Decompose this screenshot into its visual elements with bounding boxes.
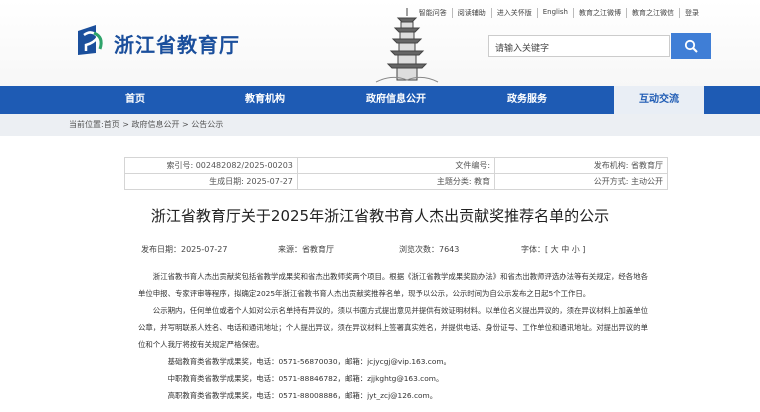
- font-size-switch[interactable]: 字体：[ 大 中 小 ]: [521, 244, 585, 255]
- top-links: 智能问答 阅读辅助 进入关怀版 English 教育之江微博 教育之江微信 登录: [414, 8, 704, 18]
- paragraph-objection: 公示期内，任何单位或者个人如对公示名单持有异议的，须以书面方式提出意见并提供有效…: [138, 306, 648, 349]
- contact-vocational-secondary: 中职教育类省教学成果奖，电话：0571-88846782，邮箱：zjjkghtg…: [167, 374, 444, 383]
- nav-gov-services[interactable]: 政务服务: [484, 86, 570, 114]
- site-header: 浙江省教育厅 智能问答 阅读辅助 进入关怀版 English 教育之江微博 教育…: [0, 0, 760, 86]
- paragraph-intro: 浙江省教书育人杰出贡献奖包括省教学成果奖和省杰出教师奖两个项目。根据《浙江省教学…: [138, 272, 648, 298]
- meta-date: 生成日期: 2025-07-27: [124, 173, 298, 190]
- nav-institutions[interactable]: 教育机构: [222, 86, 308, 114]
- top-link-wechat[interactable]: 教育之江微信: [626, 8, 679, 18]
- article-body: 浙江省教书育人杰出贡献奖包括省教学成果奖和省杰出教师奖两个项目。根据《浙江省教学…: [138, 268, 648, 404]
- search-button[interactable]: [671, 33, 711, 59]
- main-nav: 首页 教育机构 政府信息公开 政务服务 互动交流: [0, 86, 760, 114]
- breadcrumb: 当前位置:首页 > 政府信息公开 > 公告公示: [0, 114, 760, 136]
- nav-gov-info[interactable]: 政府信息公开: [350, 86, 442, 114]
- meta-doc-no: 文件编号:: [296, 157, 496, 174]
- contact-basic-education: 基础教育类省教学成果奖，电话：0571-56870030，邮箱：jcjycgj@…: [167, 357, 451, 366]
- top-link-reading-aid[interactable]: 阅读辅助: [451, 8, 491, 18]
- meta-topic: 主题分类: 教育: [296, 173, 496, 190]
- top-link-care-mode[interactable]: 进入关怀版: [490, 8, 537, 18]
- meta-index-no: 索引号: 002482082/2025-00203: [124, 157, 298, 174]
- contact-vocational-higher: 高职教育类省教学成果奖，电话：0571-88008886，邮箱：jyt_zcj@…: [167, 391, 438, 400]
- meta-publish-method: 公开方式: 主动公开: [494, 173, 668, 190]
- meta-info-table: 索引号: 002482082/2025-00203 文件编号: 发布机构: 省教…: [124, 157, 668, 190]
- logo-icon[interactable]: [76, 23, 106, 57]
- source: 来源：省教育厅: [278, 245, 334, 254]
- search-input[interactable]: 请输入关键字: [488, 35, 670, 57]
- top-link-smart-qa[interactable]: 智能问答: [414, 8, 452, 18]
- article-title: 浙江省教育厅关于2025年浙江省教书育人杰出贡献奖推荐名单的公示: [150, 207, 610, 225]
- publish-date: 发布日期：2025-07-27: [141, 245, 228, 254]
- breadcrumb-text[interactable]: 当前位置:首页 > 政府信息公开 > 公告公示: [69, 114, 223, 136]
- top-link-english[interactable]: English: [536, 8, 573, 18]
- top-link-weibo[interactable]: 教育之江微博: [573, 8, 626, 18]
- view-count: 浏览次数：7643: [399, 245, 460, 254]
- meta-publisher: 发布机构: 省教育厅: [494, 157, 668, 174]
- nav-interaction[interactable]: 互动交流: [614, 86, 704, 114]
- nav-home[interactable]: 首页: [92, 86, 178, 114]
- top-link-login[interactable]: 登录: [679, 8, 704, 18]
- search-icon: [684, 39, 698, 53]
- site-title[interactable]: 浙江省教育厅: [114, 29, 240, 58]
